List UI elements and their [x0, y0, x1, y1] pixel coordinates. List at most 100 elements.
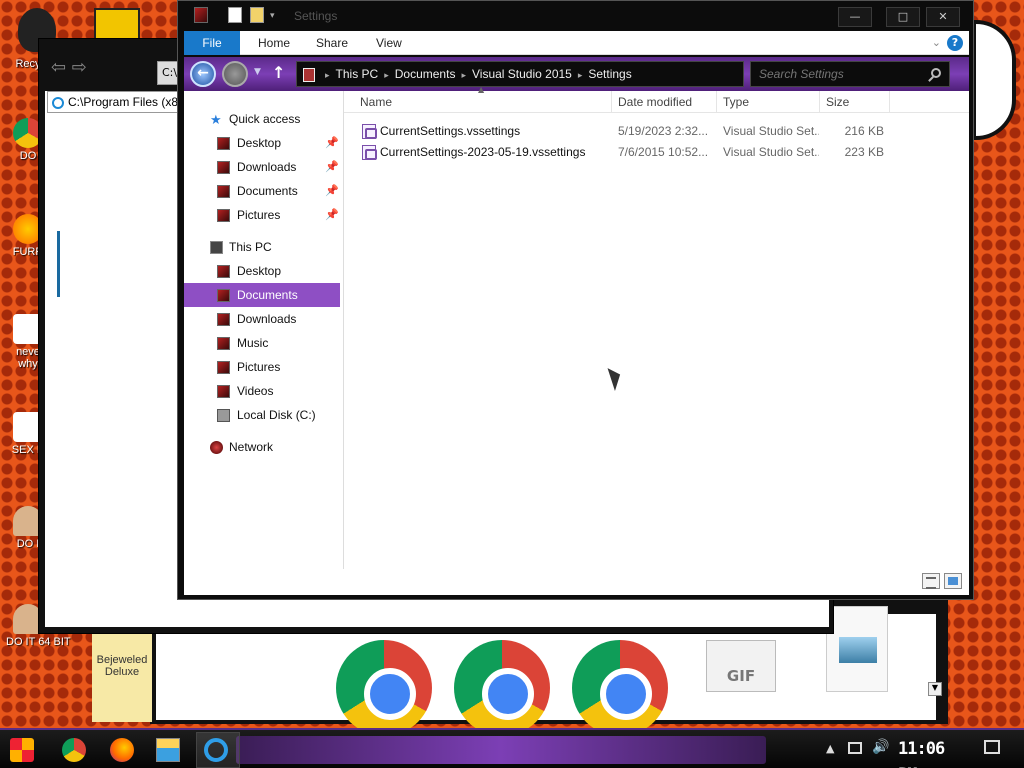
taskbar-accent-strip: [236, 736, 766, 764]
pin-icon[interactable]: 📌: [325, 203, 339, 227]
sidebar-item-pc-music[interactable]: Music: [184, 331, 343, 355]
minimize-button[interactable]: —: [838, 7, 872, 27]
back-forward-arrows[interactable]: ⇦ ⇨: [51, 57, 151, 81]
explorer-window[interactable]: ▾ Settings — □ ✕ File Home Share View ⌄ …: [177, 0, 974, 600]
sidebar-item-downloads[interactable]: Downloads 📌: [184, 155, 343, 179]
pin-icon[interactable]: 📌: [325, 131, 339, 155]
sidebar-item-documents[interactable]: Documents 📌: [184, 179, 343, 203]
file-explorer-taskbar-icon[interactable]: [156, 738, 180, 762]
customize-toolbar-icon[interactable]: ▾: [270, 11, 284, 27]
gif-file-icon[interactable]: GIF: [706, 640, 776, 692]
breadcrumb-separator: ▸: [577, 70, 583, 80]
up-button[interactable]: ↑: [272, 63, 285, 82]
sidebar-item-label: Pictures: [237, 360, 281, 374]
table-row[interactable]: CurrentSettings-2023-05-19.vssettings 7/…: [344, 142, 969, 163]
chrome-icon[interactable]: [336, 640, 432, 736]
sidebar-item-pc-pictures[interactable]: Pictures: [184, 355, 343, 379]
window-title: Settings: [294, 9, 338, 23]
music-folder-icon: [217, 337, 230, 350]
sidebar-item-desktop[interactable]: Desktop 📌: [184, 131, 343, 155]
sidebar-item-network[interactable]: Network: [184, 435, 343, 459]
image-file-icon[interactable]: [826, 606, 888, 692]
recent-locations-dropdown[interactable]: ▼: [254, 67, 261, 77]
file-list: ▲ Name Date modified Type Size CurrentSe…: [344, 85, 969, 569]
vs-settings-file-icon: [362, 145, 377, 160]
breadcrumb[interactable]: ▸ This PC ▸ Documents ▸ Visual Studio 2015 ▸ Se…: [296, 61, 744, 87]
file-name: CurrentSettings-2023-05-19.vssettings: [380, 145, 586, 159]
sidebar-item-pc-downloads[interactable]: Downloads: [184, 307, 343, 331]
sidebar-item-pc-desktop[interactable]: Desktop: [184, 259, 343, 283]
show-hidden-icons-icon[interactable]: ▲: [826, 742, 834, 755]
breadcrumb-this-pc[interactable]: This PC: [336, 67, 379, 81]
details-view-button[interactable]: [922, 573, 940, 589]
search-icon[interactable]: [931, 68, 941, 78]
column-header-type[interactable]: Type: [717, 91, 820, 113]
chrome-icon[interactable]: [572, 640, 668, 736]
desktop-icon-label: Bejeweled Deluxe: [96, 654, 148, 678]
tab-home[interactable]: Home: [248, 31, 300, 55]
help-icon[interactable]: ?: [947, 35, 963, 51]
chrome-icon[interactable]: [454, 640, 550, 736]
sidebar-item-local-disk[interactable]: Local Disk (C:): [184, 403, 343, 427]
breadcrumb-settings[interactable]: Settings: [588, 67, 631, 81]
ie-address-text: C:\Program Files (x86): [68, 95, 179, 109]
clock[interactable]: 11:06 PM: [898, 736, 968, 768]
new-folder-icon[interactable]: [250, 7, 264, 23]
back-button[interactable]: ←: [190, 61, 216, 87]
ribbon: File Home Share View ⌄ ?: [184, 31, 969, 55]
tab-file[interactable]: File: [184, 31, 240, 55]
start-button-icon[interactable]: [10, 738, 34, 762]
sidebar-item-pc-documents[interactable]: Documents: [184, 283, 340, 307]
search-box[interactable]: [750, 61, 950, 87]
chrome-taskbar-icon[interactable]: [62, 738, 86, 762]
forward-button[interactable]: [222, 61, 248, 87]
tab-share[interactable]: Share: [306, 31, 358, 55]
taskbar: ▲ 🔊 11:06 PM: [0, 728, 1024, 768]
status-bar: [184, 569, 969, 595]
desktop-folder-icon: [217, 265, 230, 278]
large-icons-view-button[interactable]: [944, 573, 962, 589]
breadcrumb-separator: ▸: [461, 70, 466, 80]
column-headers: ▲ Name Date modified Type Size: [344, 85, 969, 113]
sidebar-item-this-pc[interactable]: This PC: [184, 235, 343, 259]
downloads-folder-icon: [217, 313, 230, 326]
internet-explorer-taskbar-icon[interactable]: [204, 738, 228, 762]
title-bar[interactable]: ▾ Settings — □ ✕: [178, 1, 973, 31]
desktop-folder-icon: [217, 137, 230, 150]
star-icon: ★: [210, 112, 222, 127]
properties-icon[interactable]: [228, 7, 242, 23]
sidebar-item-label: Documents: [237, 288, 298, 302]
network-tray-icon[interactable]: [848, 742, 862, 754]
pin-icon[interactable]: 📌: [325, 179, 339, 203]
sidebar-item-label: Music: [237, 336, 269, 350]
pin-icon[interactable]: 📌: [325, 155, 339, 179]
table-row[interactable]: CurrentSettings.vssettings 5/19/2023 2:3…: [344, 121, 969, 142]
search-input[interactable]: [751, 62, 919, 86]
close-button[interactable]: ✕: [926, 7, 960, 27]
file-size: 216 KB: [844, 124, 884, 138]
expand-ribbon-icon[interactable]: ⌄: [932, 36, 941, 49]
pictures-folder-icon: [217, 361, 230, 374]
maximize-button[interactable]: □: [886, 7, 920, 27]
speech-bubble-decoration: [972, 20, 1016, 140]
column-header-date-modified[interactable]: Date modified: [612, 91, 717, 113]
scroll-down-button[interactable]: ▼: [928, 682, 942, 696]
column-header-name[interactable]: Name: [354, 91, 612, 113]
sidebar-item-pictures[interactable]: Pictures 📌: [184, 203, 343, 227]
ie-icon: [52, 96, 64, 109]
column-header-size[interactable]: Size: [820, 91, 890, 113]
notifications-icon[interactable]: [984, 740, 1000, 754]
ie-address-field[interactable]: C:\Program Files (x86): [47, 91, 179, 113]
window-icon[interactable]: [194, 7, 208, 23]
firefox-taskbar-icon[interactable]: [110, 738, 134, 762]
desktop-icon-bejeweled[interactable]: Bejeweled Deluxe: [92, 626, 152, 722]
sidebar-item-quick-access[interactable]: ★ Quick access: [184, 107, 343, 131]
breadcrumb-visual-studio[interactable]: Visual Studio 2015: [472, 67, 572, 81]
videos-folder-icon: [217, 385, 230, 398]
sidebar-item-pc-videos[interactable]: Videos: [184, 379, 343, 403]
file-name: CurrentSettings.vssettings: [380, 124, 521, 138]
volume-icon[interactable]: 🔊: [872, 739, 889, 755]
downloads-folder-icon: [217, 161, 230, 174]
tab-view[interactable]: View: [366, 31, 412, 55]
breadcrumb-documents[interactable]: Documents: [395, 67, 456, 81]
